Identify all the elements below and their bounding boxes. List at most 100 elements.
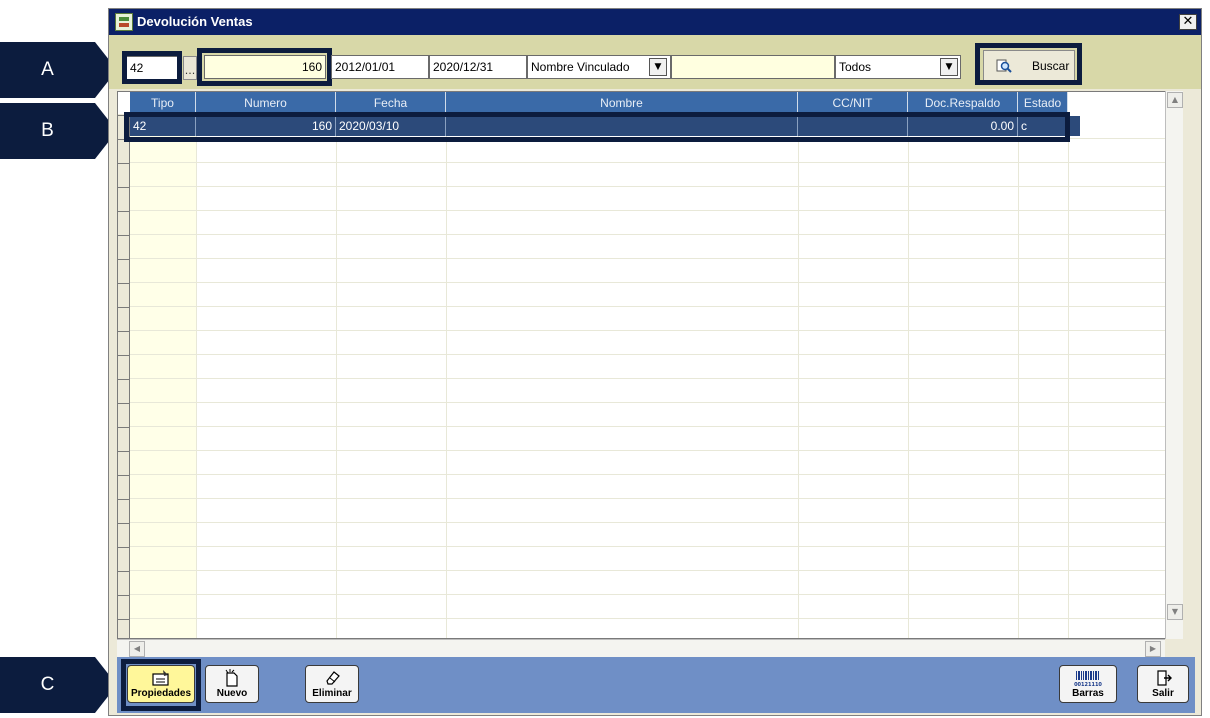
scroll-down-icon[interactable]: ▼: [1167, 604, 1183, 620]
grid-row-line: [130, 378, 1178, 379]
horizontal-scrollbar[interactable]: ◀ ▶: [117, 639, 1165, 657]
grid-row-line: [130, 162, 1178, 163]
grid-row-line: [130, 522, 1178, 523]
grid-row-line: [130, 306, 1178, 307]
col-header-estado[interactable]: Estado: [1018, 92, 1068, 114]
barcode-icon: 00121110: [1074, 671, 1102, 687]
col-header-ccnit[interactable]: CC/NIT: [798, 92, 908, 114]
row-indicator[interactable]: [118, 476, 130, 500]
col-header-numero[interactable]: Numero: [196, 92, 336, 114]
row-indicator[interactable]: [118, 308, 130, 332]
row-indicator[interactable]: [118, 452, 130, 476]
callout-b: B: [0, 103, 120, 159]
estado-value: Todos: [839, 60, 872, 74]
grid-row-line: [130, 402, 1178, 403]
row-indicator[interactable]: [118, 572, 130, 596]
col-header-doc-respaldo[interactable]: Doc.Respaldo: [908, 92, 1018, 114]
criterio-value: Nombre Vinculado: [531, 60, 630, 74]
exit-door-icon: [1157, 670, 1172, 686]
grid-row-line: [130, 546, 1178, 547]
col-header-nombre[interactable]: Nombre: [446, 92, 798, 114]
close-button[interactable]: ✕: [1179, 14, 1197, 30]
row-indicator[interactable]: [118, 260, 130, 284]
buscar-highlight: [975, 43, 1082, 85]
row-indicator[interactable]: [118, 500, 130, 524]
grid-row-line: [130, 498, 1178, 499]
row-indicator[interactable]: [118, 428, 130, 452]
row-indicator[interactable]: [118, 164, 130, 188]
row-indicator[interactable]: [118, 212, 130, 236]
nuevo-button[interactable]: Nuevo: [205, 665, 259, 703]
row-indicator-column: [118, 92, 130, 638]
criterio-dropdown-icon[interactable]: ▼: [649, 58, 667, 76]
window-title: Devolución Ventas: [137, 14, 253, 29]
eraser-icon: [326, 671, 340, 685]
barras-label: Barras: [1072, 688, 1104, 699]
propiedades-highlight: [121, 659, 201, 711]
busqueda-input[interactable]: [671, 55, 835, 79]
window-titlebar: Devolución Ventas ✕: [109, 9, 1201, 35]
col-header-fecha[interactable]: Fecha: [336, 92, 446, 114]
row-indicator[interactable]: [118, 380, 130, 404]
salir-label: Salir: [1152, 688, 1174, 699]
grid-row-line: [130, 618, 1178, 619]
grid-column-line: [908, 114, 909, 638]
row-highlight: [124, 112, 1070, 142]
grid-row-line: [130, 354, 1178, 355]
row-indicator[interactable]: [118, 188, 130, 212]
grid-row-line: [130, 570, 1178, 571]
grid-row-line: [130, 330, 1178, 331]
grid-row-line: [130, 282, 1178, 283]
tipo-lookup-button[interactable]: ...: [183, 56, 197, 80]
callout-a-label: A: [41, 59, 54, 80]
tipo-column-bg: [130, 114, 196, 638]
grid-row-line: [130, 426, 1178, 427]
devolucion-ventas-window: Devolución Ventas ✕ 42 ... 160 2012/01/0…: [108, 8, 1202, 716]
grid-row-line: [130, 210, 1178, 211]
row-indicator[interactable]: [118, 404, 130, 428]
scroll-left-icon[interactable]: ◀: [129, 641, 145, 657]
grid-column-line: [336, 114, 337, 638]
app-icon: [115, 13, 133, 31]
new-document-icon: [225, 669, 238, 687]
grid-row-line: [130, 234, 1178, 235]
results-grid: Tipo Numero Fecha Nombre CC/NIT Doc.Resp…: [117, 91, 1179, 639]
callout-b-label: B: [41, 120, 54, 141]
salir-button[interactable]: Salir: [1137, 665, 1189, 703]
grid-row-line: [130, 186, 1178, 187]
row-indicator[interactable]: [118, 236, 130, 260]
fecha-desde-input[interactable]: 2012/01/01: [331, 55, 429, 79]
grid-column-line: [1018, 114, 1019, 638]
row-indicator[interactable]: [118, 356, 130, 380]
row-indicator[interactable]: [118, 284, 130, 308]
callout-c-label: C: [40, 674, 55, 695]
grid-header: Tipo Numero Fecha Nombre CC/NIT Doc.Resp…: [118, 92, 1178, 114]
col-header-tipo[interactable]: Tipo: [130, 92, 196, 114]
row-indicator[interactable]: [118, 548, 130, 572]
row-indicator[interactable]: [118, 596, 130, 620]
grid-column-line: [196, 114, 197, 638]
estado-dropdown-icon[interactable]: ▼: [940, 58, 958, 76]
grid-column-line: [446, 114, 447, 638]
row-indicator[interactable]: [118, 140, 130, 164]
vertical-scrollbar[interactable]: ▲ ▼: [1165, 91, 1183, 639]
callout-c: C: [0, 657, 120, 713]
fecha-hasta-input[interactable]: 2020/12/31: [429, 55, 527, 79]
bottom-toolbar: Propiedades Nuevo Eliminar 00121110 Barr…: [117, 657, 1195, 713]
scroll-right-icon[interactable]: ▶: [1145, 641, 1161, 657]
nuevo-label: Nuevo: [216, 688, 248, 699]
row-indicator[interactable]: [118, 332, 130, 356]
eliminar-button[interactable]: Eliminar: [305, 665, 359, 703]
filter-bar: 42 ... 160 2012/01/01 2020/12/31 Nombre …: [109, 35, 1201, 89]
grid-row-line: [130, 594, 1178, 595]
row-indicator[interactable]: [118, 524, 130, 548]
barras-button[interactable]: 00121110 Barras: [1059, 665, 1117, 703]
grid-row-line: [130, 474, 1178, 475]
scroll-up-icon[interactable]: ▲: [1167, 92, 1183, 108]
grid-row-line: [130, 450, 1178, 451]
barcode-number: 00121110: [1074, 682, 1102, 687]
grid-row-line: [130, 258, 1178, 259]
tipo-highlight: [122, 51, 182, 84]
numero-highlight: [197, 48, 332, 86]
callout-a: A: [0, 42, 120, 98]
